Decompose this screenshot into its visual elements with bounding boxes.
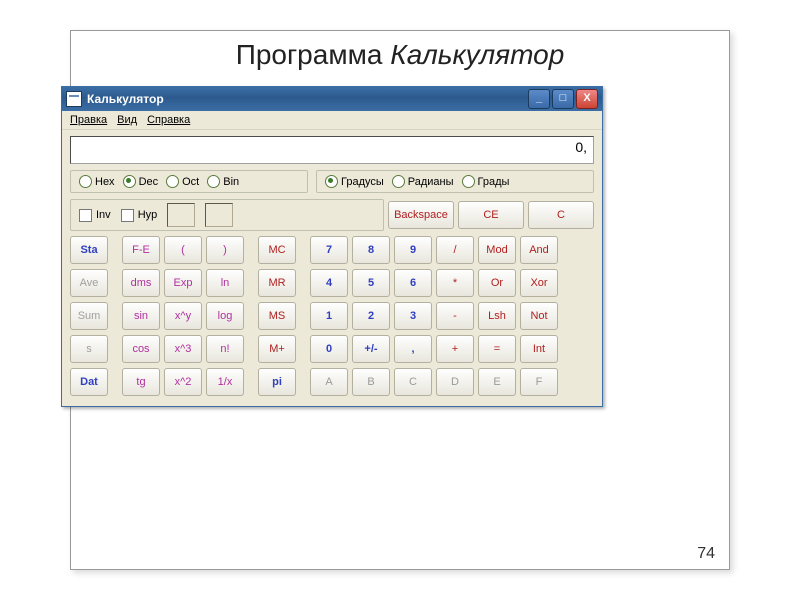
mem-indicator (167, 203, 195, 227)
digit-7[interactable]: 7 (310, 236, 348, 264)
radix-oct[interactable]: Oct (166, 175, 199, 188)
log-button[interactable]: log (206, 302, 244, 330)
int-button[interactable]: Int (520, 335, 558, 363)
hyp-checkbox[interactable]: Hyp (121, 209, 158, 222)
plus-button[interactable]: + (436, 335, 474, 363)
lparen-button[interactable]: ( (164, 236, 202, 264)
fe-button[interactable]: F-E (122, 236, 160, 264)
rparen-button[interactable]: ) (206, 236, 244, 264)
negate-button[interactable]: +/- (352, 335, 390, 363)
digit-6[interactable]: 6 (394, 269, 432, 297)
flags-clear-row: Inv Hyp Backspace CE C (70, 199, 594, 231)
mr-button[interactable]: MR (258, 269, 296, 297)
hex-d[interactable]: D (436, 368, 474, 396)
tg-button[interactable]: tg (122, 368, 160, 396)
hex-f[interactable]: F (520, 368, 558, 396)
inv-checkbox[interactable]: Inv (79, 209, 111, 222)
sta-button[interactable]: Sta (70, 236, 108, 264)
close-button[interactable]: X (576, 89, 598, 109)
hex-c[interactable]: C (394, 368, 432, 396)
dat-button[interactable]: Dat (70, 368, 108, 396)
xy-button[interactable]: x^y (164, 302, 202, 330)
menubar: Правка Вид Справка (62, 111, 602, 130)
mod-button[interactable]: Mod (478, 236, 516, 264)
angle-grad[interactable]: Грады (462, 175, 510, 188)
button-row-3: Sum sin x^y log MS 1 2 3 - Lsh Not (70, 302, 594, 330)
digit-5[interactable]: 5 (352, 269, 390, 297)
dms-button[interactable]: dms (122, 269, 160, 297)
and-button[interactable]: And (520, 236, 558, 264)
digit-4[interactable]: 4 (310, 269, 348, 297)
slide-frame: Программа Калькулятор Калькулятор _ □ X … (70, 30, 730, 570)
recip-button[interactable]: 1/x (206, 368, 244, 396)
paren-indicator (205, 203, 233, 227)
digit-3[interactable]: 3 (394, 302, 432, 330)
minimize-button[interactable]: _ (528, 89, 550, 109)
hex-a[interactable]: A (310, 368, 348, 396)
decimal-button[interactable]: , (394, 335, 432, 363)
maximize-button[interactable]: □ (552, 89, 574, 109)
digit-8[interactable]: 8 (352, 236, 390, 264)
not-button[interactable]: Not (520, 302, 558, 330)
c-button[interactable]: C (528, 201, 594, 229)
sin-button[interactable]: sin (122, 302, 160, 330)
menu-view[interactable]: Вид (117, 114, 137, 126)
button-row-5: Dat tg x^2 1/x pi A B C D E F (70, 368, 594, 396)
ce-button[interactable]: CE (458, 201, 524, 229)
menu-help[interactable]: Справка (147, 114, 190, 126)
mc-button[interactable]: MC (258, 236, 296, 264)
button-row-2: Ave dms Exp ln MR 4 5 6 * Or Xor (70, 269, 594, 297)
button-row-1: Sta F-E ( ) MC 7 8 9 / Mod And (70, 236, 594, 264)
window-body: 0, Hex Dec Oct Bin Градусы Радианы Грады… (62, 130, 602, 406)
slide-title-plain: Программа (236, 39, 390, 70)
radix-group: Hex Dec Oct Bin (70, 170, 308, 193)
xor-button[interactable]: Xor (520, 269, 558, 297)
button-row-4: s cos x^3 n! M+ 0 +/- , + = Int (70, 335, 594, 363)
radix-hex[interactable]: Hex (79, 175, 115, 188)
flags-group: Inv Hyp (70, 199, 384, 231)
digit-9[interactable]: 9 (394, 236, 432, 264)
angle-group: Градусы Радианы Грады (316, 170, 594, 193)
ms-button[interactable]: MS (258, 302, 296, 330)
menu-edit[interactable]: Правка (70, 114, 107, 126)
titlebar[interactable]: Калькулятор _ □ X (62, 87, 602, 111)
slide-title: Программа Калькулятор (71, 39, 729, 71)
pi-button[interactable]: pi (258, 368, 296, 396)
angle-deg[interactable]: Градусы (325, 175, 384, 188)
slide-number: 74 (697, 545, 715, 563)
backspace-button[interactable]: Backspace (388, 201, 454, 229)
slide-title-em: Калькулятор (390, 39, 564, 70)
digit-1[interactable]: 1 (310, 302, 348, 330)
mplus-button[interactable]: M+ (258, 335, 296, 363)
radix-dec[interactable]: Dec (123, 175, 159, 188)
ln-button[interactable]: ln (206, 269, 244, 297)
calculator-window: Калькулятор _ □ X Правка Вид Справка 0, … (61, 86, 603, 407)
digit-0[interactable]: 0 (310, 335, 348, 363)
lsh-button[interactable]: Lsh (478, 302, 516, 330)
mode-row: Hex Dec Oct Bin Градусы Радианы Грады (70, 170, 594, 193)
cos-button[interactable]: cos (122, 335, 160, 363)
divide-button[interactable]: / (436, 236, 474, 264)
ave-button[interactable]: Ave (70, 269, 108, 297)
or-button[interactable]: Or (478, 269, 516, 297)
s-button[interactable]: s (70, 335, 108, 363)
window-title: Калькулятор (87, 92, 164, 106)
sum-button[interactable]: Sum (70, 302, 108, 330)
equals-button[interactable]: = (478, 335, 516, 363)
hex-e[interactable]: E (478, 368, 516, 396)
fact-button[interactable]: n! (206, 335, 244, 363)
angle-rad[interactable]: Радианы (392, 175, 454, 188)
multiply-button[interactable]: * (436, 269, 474, 297)
radix-bin[interactable]: Bin (207, 175, 239, 188)
hex-b[interactable]: B (352, 368, 390, 396)
minus-button[interactable]: - (436, 302, 474, 330)
exp-button[interactable]: Exp (164, 269, 202, 297)
x2-button[interactable]: x^2 (164, 368, 202, 396)
app-icon (66, 91, 82, 107)
digit-2[interactable]: 2 (352, 302, 390, 330)
display: 0, (70, 136, 594, 164)
x3-button[interactable]: x^3 (164, 335, 202, 363)
